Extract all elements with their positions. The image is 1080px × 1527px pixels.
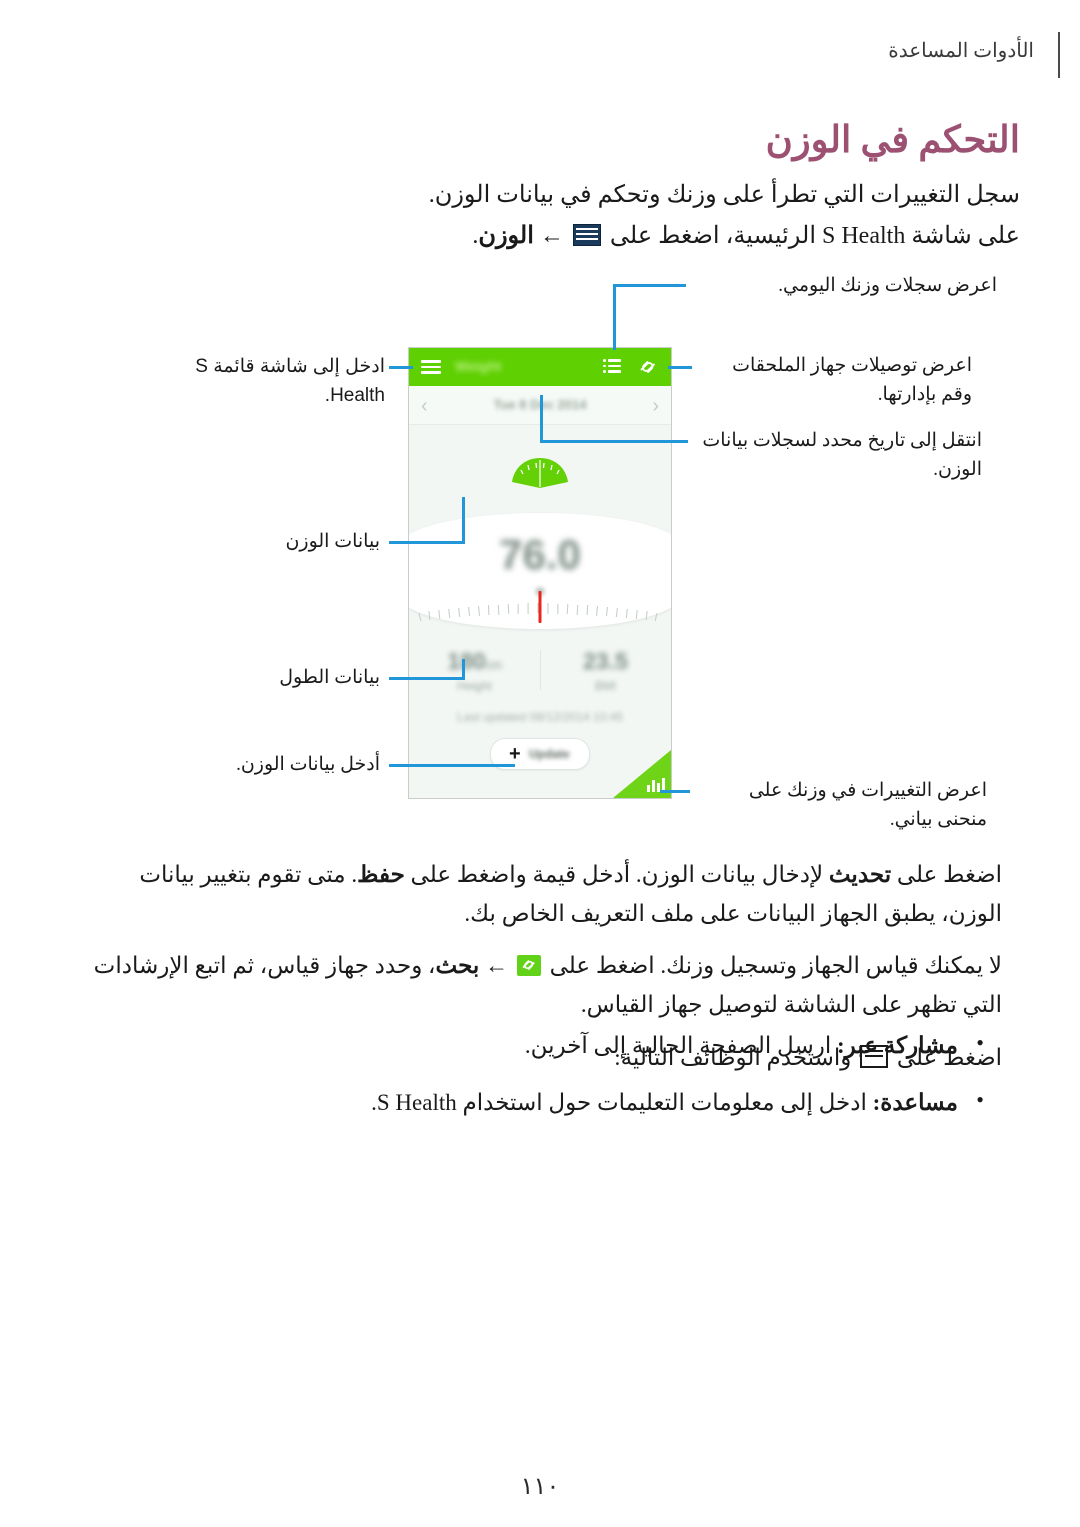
link-icon[interactable] — [637, 357, 659, 382]
weighing-scale-icon — [511, 456, 569, 490]
weight-gauge-card: 76.0 — [409, 513, 671, 629]
brand-s-health: S Health — [822, 223, 906, 250]
weight-needle — [538, 591, 542, 623]
list-item: مساعدة: ادخل إلى معلومات التعليمات حول ا… — [78, 1081, 1002, 1122]
plus-icon: + — [509, 743, 521, 765]
last-updated-text: Last updated 08/12/2014 10:45 — [456, 710, 624, 724]
bullet-1-text: ادخل إلى معلومات التعليمات حول استخدام S… — [371, 1090, 867, 1116]
callout-daily-records: اعرض سجلات وزنك اليومي. — [778, 275, 997, 296]
header-divider-rule — [1058, 32, 1060, 78]
list-icon[interactable] — [603, 359, 621, 375]
list-item: مشاركة عبر: ارسل الصفحة الحالية إلى آخري… — [78, 1024, 1002, 1065]
leader-line-height-data — [389, 677, 464, 680]
height-stat[interactable]: 180cm Height — [409, 648, 540, 693]
stats-row: 180cm Height 23.5 BMI — [409, 648, 671, 704]
next-day-button[interactable]: › — [652, 395, 659, 418]
intro-line-2: على شاشة S Health الرئيسية، اضغط على ← ا… — [320, 216, 1020, 257]
leader-line-weight-data-v — [462, 497, 465, 544]
intro-arrow: ← — [539, 223, 564, 250]
intro-text-a: على شاشة — [911, 223, 1020, 250]
height-unit: cm — [485, 658, 502, 672]
intro-bold-weight: الوزن — [478, 223, 534, 250]
height-value: 180cm — [447, 648, 502, 674]
leader-line-jump-date-h — [540, 440, 688, 443]
leader-line-accessory — [668, 366, 692, 369]
hamburger-icon[interactable] — [421, 360, 441, 374]
p2-arrow: ← — [485, 953, 509, 979]
page-header: الأدوات المساعدة — [0, 30, 1080, 80]
paragraph-update-weight: اضغط على تحديث لإدخال بيانات الوزن. أدخل… — [78, 856, 1002, 933]
leader-line-daily-records-v — [613, 284, 616, 350]
leader-line-menu-screen — [389, 366, 413, 369]
height-label: Height — [457, 679, 492, 693]
page-title: التحكم في الوزن — [765, 120, 1020, 161]
paragraph-measuring-device: لا يمكنك قياس الجهاز وتسجيل وزنك. اضغط ع… — [78, 947, 1002, 1024]
leader-line-height-data-v — [462, 659, 465, 680]
leader-line-daily-records-h — [613, 284, 686, 287]
p2-text-a: لا يمكنك قياس الجهاز وتسجيل وزنك. اضغط ع… — [549, 953, 1002, 979]
intro-block: سجل التغييرات التي تطرأ على وزنك وتحكم ف… — [320, 175, 1020, 258]
leader-line-weight-data — [389, 541, 464, 544]
leader-line-enter-weight — [389, 764, 515, 767]
p2-bold-search: بحث — [435, 953, 480, 979]
bullet-list: مشاركة عبر: ارسل الصفحة الحالية إلى آخري… — [78, 1024, 1002, 1140]
weight-value: 76.0 — [499, 531, 581, 578]
bmi-label: BMI — [594, 679, 617, 693]
leader-line-weight-graph — [660, 790, 690, 793]
p1-bold-update: تحديث — [828, 862, 892, 887]
callout-weight-graph: اعرض التغييرات في وزنك على منحنى بياني. — [748, 780, 987, 830]
leader-line-jump-date-v — [540, 395, 543, 443]
p1-text-a: اضغط على — [896, 862, 1002, 887]
app-bar-title: Weight — [455, 358, 502, 374]
intro-text-b: الرئيسية، اضغط على — [609, 223, 816, 250]
p1-bold-save: حفظ — [357, 862, 405, 887]
bmi-value: 23.5 — [583, 648, 628, 674]
callout-enter-weight-data: أدخل بيانات الوزن. — [236, 754, 380, 775]
p1-text-b: لإدخال بيانات الوزن. أدخل قيمة واضغط على — [410, 862, 824, 887]
section-title: الأدوات المساعدة — [888, 40, 1034, 62]
callout-accessory-connections: اعرض توصيلات جهاز الملحقات وقم بإدارتها. — [732, 355, 972, 405]
page-number: ١١٠ — [520, 1474, 560, 1500]
app-bar: Weight — [409, 348, 671, 386]
update-button-label: Update — [529, 747, 570, 761]
bullet-1-label: مساعدة: — [872, 1090, 958, 1116]
callout-weight-data: بيانات الوزن — [285, 531, 380, 552]
menu-list-icon — [572, 224, 601, 247]
intro-line-1: سجل التغييرات التي تطرأ على وزنك وتحكم ف… — [428, 182, 1020, 208]
link-icon-inline — [516, 955, 541, 977]
bmi-stat[interactable]: 23.5 BMI — [540, 648, 671, 693]
callout-height-data: بيانات الطول — [279, 667, 380, 688]
bullet-0-label: مشاركة عبر: — [837, 1033, 958, 1058]
callout-jump-to-date: انتقل إلى تاريخ محدد لسجلات بيانات الوزن… — [702, 430, 982, 480]
bullet-0-text: ارسل الصفحة الحالية إلى آخرين. — [524, 1033, 832, 1058]
callout-menu-screen: ادخل إلى شاشة قائمة S Health. — [195, 356, 385, 406]
